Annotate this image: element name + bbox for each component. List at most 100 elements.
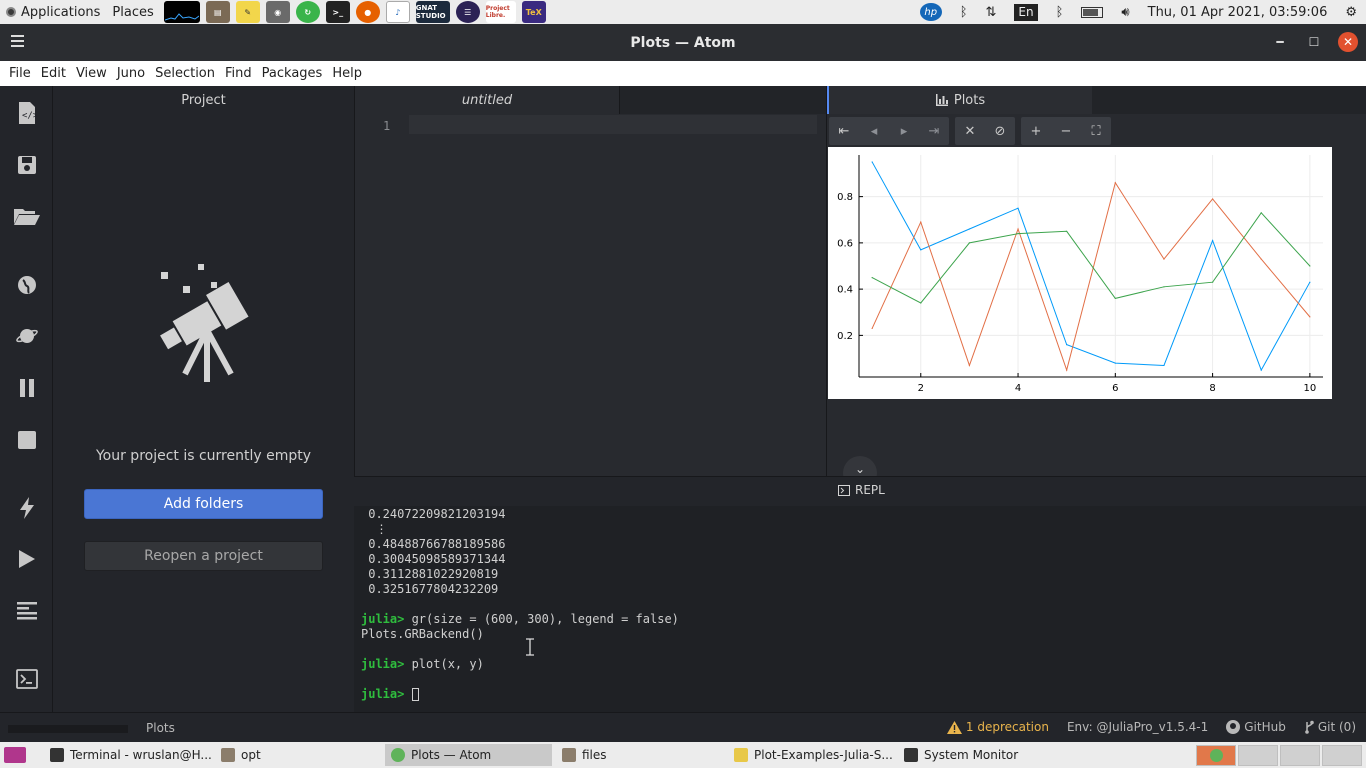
system-tray: hp ᛒ ⇅ En ᛒ 🔊︎ Thu, 01 Apr 2021, 03:59:0…	[911, 0, 1366, 24]
keyboard-layout-indicator[interactable]: En	[1014, 3, 1038, 21]
menu-help[interactable]: Help	[327, 66, 367, 81]
format-text-icon[interactable]	[0, 591, 53, 631]
play-icon[interactable]	[0, 539, 53, 579]
task-opt[interactable]: opt	[215, 744, 380, 766]
lightning-icon[interactable]	[0, 488, 53, 528]
hp-icon[interactable]: hp	[911, 0, 951, 24]
maximize-icon[interactable]: ☐	[1304, 32, 1324, 52]
project-libre-icon[interactable]: Project Libre.	[485, 1, 516, 23]
series-line-2	[871, 181, 1311, 372]
new-file-icon[interactable]: </>	[0, 93, 53, 133]
places-menu[interactable]: Places	[106, 0, 159, 24]
git-status[interactable]: Git (0)	[1304, 720, 1356, 734]
reopen-project-button[interactable]: Reopen a project	[84, 541, 323, 571]
hamburger-menu-icon[interactable]	[11, 35, 24, 50]
menu-file[interactable]: File	[4, 66, 36, 81]
status-left-label[interactable]: Plots	[146, 721, 175, 735]
add-folders-button[interactable]: Add folders	[84, 489, 323, 519]
files-icon[interactable]: ▤	[205, 1, 230, 23]
texmaker-label: TeX	[525, 7, 542, 17]
applications-menu[interactable]: Applications	[0, 0, 106, 24]
clear-plots-icon[interactable]: ⊘	[985, 117, 1015, 145]
previous-plot-icon[interactable]: ◂	[859, 117, 889, 145]
close-icon[interactable]: ✕	[1338, 32, 1358, 52]
terminal-small-icon	[838, 484, 850, 496]
globe-icon[interactable]	[0, 265, 53, 305]
last-plot-icon[interactable]: ⇥	[919, 117, 949, 145]
delete-plot-icon[interactable]: ✕	[955, 117, 985, 145]
refresh-icon[interactable]: ↻	[295, 1, 320, 23]
menu-juno[interactable]: Juno	[112, 66, 150, 81]
bluetooth-icon[interactable]: ᛒ	[951, 0, 977, 24]
eclipse-icon[interactable]: ☰	[455, 1, 480, 23]
tab-repl[interactable]: REPL	[838, 483, 885, 497]
battery-icon[interactable]	[1072, 0, 1112, 24]
next-plot-icon[interactable]: ▸	[889, 117, 919, 145]
terminal-icon[interactable]: >_	[325, 1, 350, 23]
menu-packages[interactable]: Packages	[257, 66, 328, 81]
menu-view[interactable]: View	[71, 66, 112, 81]
minimize-icon[interactable]: ━	[1270, 32, 1290, 52]
screenshot-icon[interactable]: ◉	[265, 1, 290, 23]
series-1-point	[1260, 369, 1262, 371]
clock[interactable]: Thu, 01 Apr 2021, 03:59:06	[1139, 0, 1337, 24]
menu-find[interactable]: Find	[220, 66, 257, 81]
current-line-highlight[interactable]	[409, 115, 817, 134]
terminal-panel-icon[interactable]	[0, 659, 53, 699]
settings-gear-icon[interactable]: ⚙	[1336, 0, 1366, 24]
julia-env[interactable]: Env: @JuliaPro_v1.5.4-1	[1067, 720, 1208, 734]
task-text-editor[interactable]: Plot-Examples-Julia-S...	[728, 744, 898, 766]
planet-icon[interactable]	[0, 316, 53, 356]
workspace-3[interactable]	[1280, 745, 1320, 766]
project-title[interactable]: Project	[53, 86, 354, 114]
show-desktop-icon[interactable]	[4, 747, 26, 763]
plot-canvas[interactable]: 2 4 6 8 10 0.2 0.4 0.6 0.8	[828, 147, 1333, 399]
task-label: Terminal - wruslan@H...	[70, 748, 212, 762]
launcher-bar: ▤ ✎ ◉ ↻ >_ ● ♪ GNAT STUDIO ☰ Project Lib…	[163, 1, 546, 23]
stop-icon[interactable]	[0, 420, 53, 460]
bluetooth-icon-2[interactable]: ᛒ	[1047, 0, 1073, 24]
text-editor-icon[interactable]: ✎	[235, 1, 260, 23]
menu-selection[interactable]: Selection	[150, 66, 220, 81]
deprecation-warning[interactable]: 1 deprecation	[946, 720, 1049, 734]
github-status[interactable]: GitHub	[1226, 720, 1286, 734]
volume-icon[interactable]: 🔊︎	[1112, 0, 1138, 24]
zoom-in-icon[interactable]: +	[1021, 117, 1051, 145]
gnat-studio-icon[interactable]: GNAT STUDIO	[415, 1, 450, 23]
open-folder-icon[interactable]	[0, 196, 53, 236]
libreoffice-writer-icon[interactable]: ♪	[385, 1, 410, 23]
system-monitor-graph-icon[interactable]	[163, 1, 200, 23]
series-3-point	[968, 242, 971, 244]
repl-cursor[interactable]	[411, 688, 419, 701]
gnat-studio-label: GNAT STUDIO	[415, 4, 446, 20]
workspace-4[interactable]	[1322, 745, 1362, 766]
tab-untitled[interactable]: untitled	[355, 86, 620, 114]
fit-plot-icon[interactable]: ⛶	[1081, 117, 1111, 145]
workspace-1[interactable]	[1196, 745, 1236, 766]
texmaker-icon[interactable]: TeX	[521, 1, 546, 23]
pause-icon[interactable]	[0, 368, 53, 408]
task-files[interactable]: files	[556, 744, 726, 766]
task-atom[interactable]: Plots — Atom	[385, 744, 552, 766]
tab-plots[interactable]: Plots	[827, 86, 1092, 114]
repl-command-text	[404, 687, 411, 701]
git-label: Git (0)	[1317, 720, 1356, 734]
status-right-group: 1 deprecation Env: @JuliaPro_v1.5.4-1 Gi…	[946, 720, 1356, 734]
repl-command-text: plot(x, y)	[404, 657, 484, 671]
zoom-out-icon[interactable]: −	[1051, 117, 1081, 145]
series-2-point	[1309, 316, 1311, 318]
series-3-point	[920, 302, 922, 304]
series-1-point	[968, 228, 971, 230]
series-3-point	[1260, 212, 1262, 214]
first-plot-icon[interactable]: ⇤	[829, 117, 859, 145]
workspace-2[interactable]	[1238, 745, 1278, 766]
firefox-icon[interactable]: ●	[355, 1, 380, 23]
network-icon[interactable]: ⇅	[977, 0, 1006, 24]
menu-edit[interactable]: Edit	[36, 66, 71, 81]
repl-output-line	[361, 642, 1366, 657]
repl-tab-label: REPL	[855, 483, 885, 497]
task-system-monitor[interactable]: System Monitor	[898, 744, 1068, 766]
save-icon[interactable]	[0, 145, 53, 185]
repl-console[interactable]: 0.24072209821203194 ⋮ 0.4848876678818958…	[354, 506, 1366, 712]
task-terminal[interactable]: Terminal - wruslan@H...	[44, 744, 214, 766]
